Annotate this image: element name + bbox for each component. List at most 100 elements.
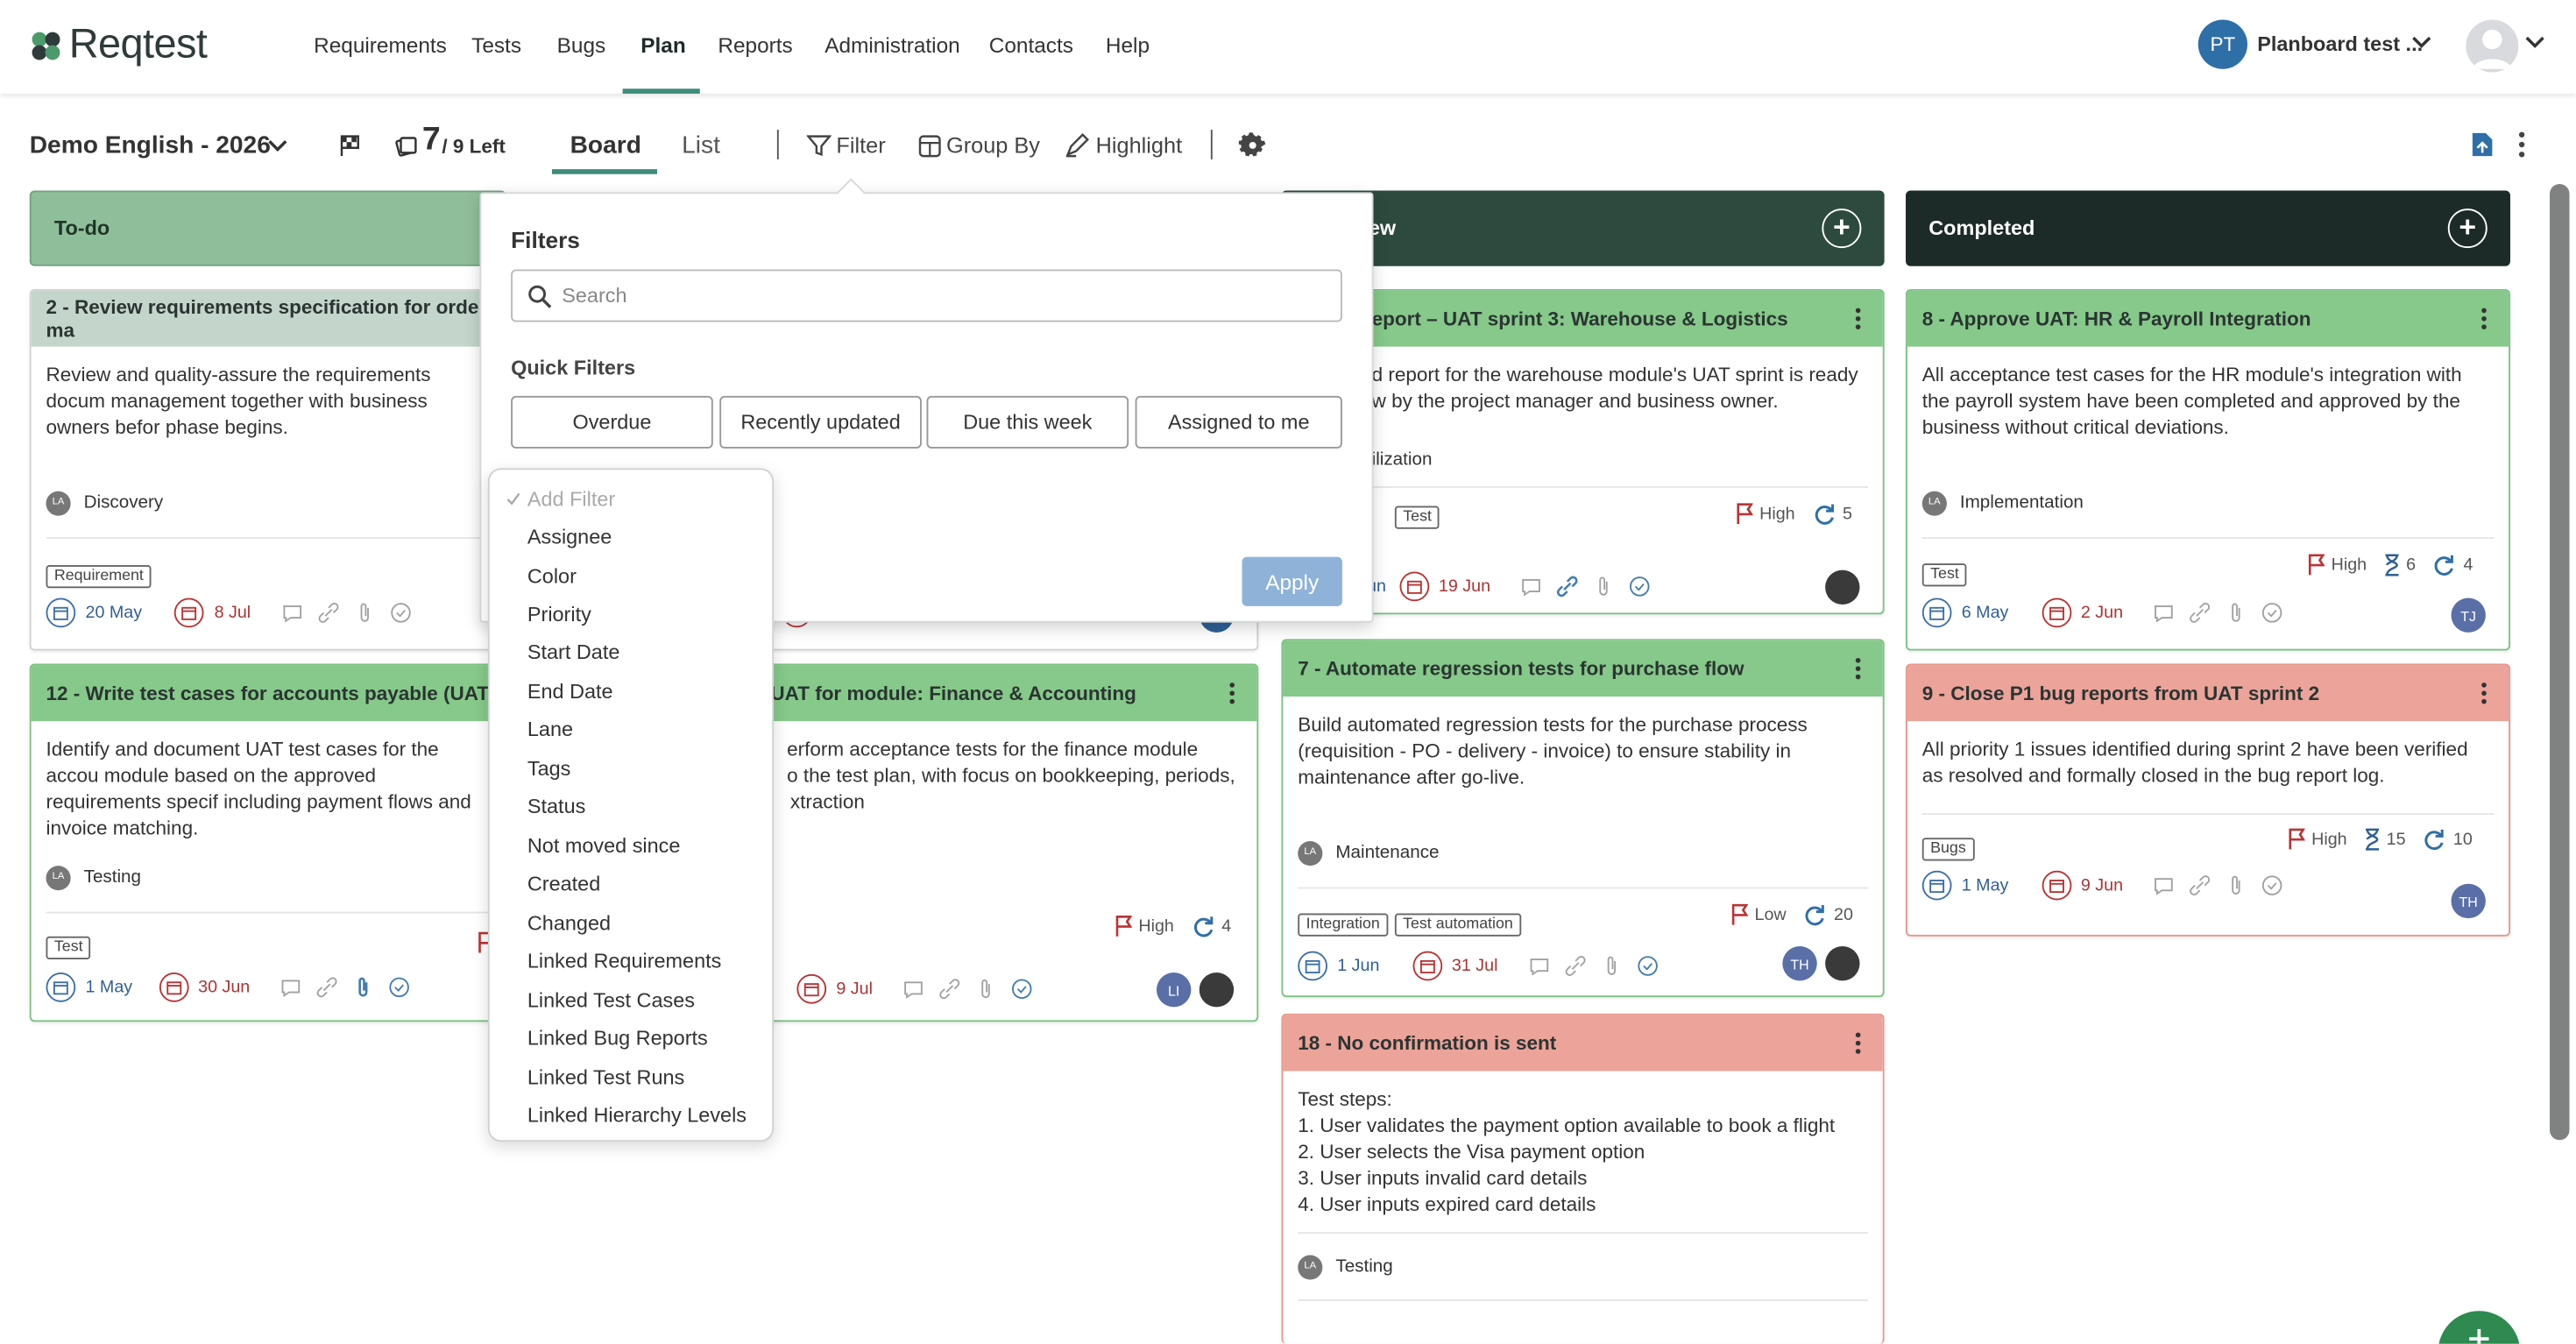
card-title[interactable]: 9 - Close P1 bug reports from UAT sprint… bbox=[1907, 665, 2509, 722]
export-document-icon[interactable] bbox=[2471, 131, 2494, 158]
dropdown-option[interactable]: Priority bbox=[527, 603, 591, 626]
finish-flag-icon[interactable] bbox=[338, 133, 363, 158]
nav-reports[interactable]: Reports bbox=[718, 33, 792, 58]
assignee-avatar-photo[interactable] bbox=[1825, 569, 1860, 605]
search-input[interactable] bbox=[562, 271, 1318, 321]
floating-add-button[interactable] bbox=[2438, 1311, 2521, 1344]
attachment-icon[interactable] bbox=[1592, 575, 1615, 598]
card-7[interactable]: 7 - Automate regression tests for purcha… bbox=[1281, 639, 1885, 998]
card-title[interactable]: 8 - Approve UAT: HR & Payroll Integratio… bbox=[1907, 290, 2509, 347]
assignee-avatar[interactable]: TH bbox=[1782, 946, 1817, 981]
settings-gear-icon[interactable] bbox=[1238, 131, 1267, 159]
dropdown-option[interactable]: Not moved since bbox=[527, 835, 681, 858]
card-title[interactable]: 2 - Review requirements specification fo… bbox=[31, 290, 505, 347]
dropdown-option[interactable]: Linked Requirements bbox=[527, 950, 721, 973]
user-avatar[interactable] bbox=[2466, 19, 2519, 73]
dropdown-option[interactable]: Start Date bbox=[527, 640, 620, 663]
group-by-icon[interactable] bbox=[918, 133, 941, 158]
comment-icon[interactable] bbox=[2153, 601, 2176, 624]
nav-help[interactable]: Help bbox=[1106, 33, 1150, 58]
dropdown-option[interactable]: Linked Test Cases bbox=[527, 989, 695, 1012]
link-icon[interactable] bbox=[1556, 575, 1579, 598]
dropdown-option[interactable]: Status bbox=[527, 796, 585, 818]
card-menu-icon[interactable] bbox=[2479, 682, 2488, 704]
checklist-icon[interactable] bbox=[1636, 954, 1659, 977]
add-card-button[interactable]: + bbox=[1822, 209, 1862, 249]
filter-icon[interactable] bbox=[806, 133, 832, 158]
checklist-icon[interactable] bbox=[388, 976, 411, 999]
assignee-avatar[interactable]: TH bbox=[2451, 883, 2486, 919]
attachment-icon[interactable] bbox=[1600, 954, 1623, 977]
quick-filter-recently-updated[interactable]: Recently updated bbox=[719, 395, 922, 449]
quick-filter-due-this-week[interactable]: Due this week bbox=[926, 395, 1129, 449]
assignee-avatar[interactable]: LI bbox=[1157, 973, 1192, 1008]
more-options-icon[interactable] bbox=[2514, 131, 2530, 158]
attachment-icon[interactable] bbox=[2225, 874, 2247, 897]
add-card-button[interactable]: + bbox=[2447, 209, 2488, 249]
link-icon[interactable] bbox=[316, 601, 339, 624]
dropdown-option[interactable]: End Date bbox=[527, 680, 613, 703]
quick-filter-overdue[interactable]: Overdue bbox=[511, 395, 713, 449]
group-by-button[interactable]: Group By bbox=[946, 133, 1040, 158]
filter-button[interactable]: Filter bbox=[836, 133, 885, 158]
nav-requirements[interactable]: Requirements bbox=[314, 33, 447, 58]
card-menu-icon[interactable] bbox=[2479, 308, 2488, 330]
checklist-icon[interactable] bbox=[389, 601, 412, 624]
nav-contacts[interactable]: Contacts bbox=[989, 33, 1073, 58]
filter-search-field[interactable] bbox=[511, 269, 1342, 322]
assignee-avatar[interactable]: TJ bbox=[2451, 598, 2486, 633]
link-icon[interactable] bbox=[938, 978, 961, 1001]
link-icon[interactable] bbox=[2189, 874, 2212, 897]
card-menu-icon[interactable] bbox=[1228, 682, 1237, 704]
link-icon[interactable] bbox=[1563, 954, 1586, 977]
board-scrollbar[interactable] bbox=[2550, 184, 2570, 1141]
card-title[interactable]: 12 - Write test cases for accounts payab… bbox=[31, 665, 505, 722]
tab-list[interactable]: List bbox=[682, 131, 720, 159]
checklist-icon[interactable] bbox=[2261, 601, 2284, 624]
dropdown-option[interactable]: Changed bbox=[527, 912, 611, 935]
dropdown-option[interactable]: Tags bbox=[527, 757, 571, 780]
attachment-icon[interactable] bbox=[974, 978, 997, 1001]
card-12[interactable]: 12 - Write test cases for accounts payab… bbox=[29, 663, 506, 1022]
project-name[interactable]: Planboard test ... bbox=[2257, 33, 2423, 56]
tab-board[interactable]: Board bbox=[552, 122, 657, 174]
assignee-avatar-photo[interactable] bbox=[1825, 946, 1860, 981]
nav-bugs[interactable]: Bugs bbox=[557, 33, 606, 58]
checklist-icon[interactable] bbox=[2261, 874, 2284, 897]
reqtest-logo[interactable]: Reqtest bbox=[30, 21, 208, 68]
card-title[interactable]: 7 - Automate regression tests for purcha… bbox=[1283, 640, 1883, 697]
highlight-pen-icon[interactable] bbox=[1065, 133, 1091, 158]
attachment-icon[interactable] bbox=[2225, 601, 2247, 624]
apply-button[interactable]: Apply bbox=[1242, 556, 1342, 606]
dropdown-option[interactable]: Assignee bbox=[527, 526, 612, 548]
nav-plan[interactable]: Plan bbox=[640, 33, 686, 58]
dropdown-option[interactable]: Linked Bug Reports bbox=[527, 1027, 708, 1050]
comment-icon[interactable] bbox=[280, 976, 302, 999]
link-icon[interactable] bbox=[2189, 601, 2212, 624]
dropdown-option[interactable]: Created bbox=[527, 873, 600, 895]
attachment-icon[interactable] bbox=[351, 976, 374, 999]
nav-administration[interactable]: Administration bbox=[824, 33, 959, 58]
highlight-button[interactable]: Highlight bbox=[1096, 133, 1182, 158]
quick-filter-assigned-to-me[interactable]: Assigned to me bbox=[1135, 395, 1342, 449]
card-menu-icon[interactable] bbox=[1853, 657, 1863, 680]
card-title[interactable]: 18 - No confirmation is sent bbox=[1283, 1015, 1883, 1072]
card-18[interactable]: 18 - No confirmation is sent Test steps:… bbox=[1281, 1013, 1885, 1344]
card-menu-icon[interactable] bbox=[1853, 308, 1863, 330]
project-avatar[interactable]: PT bbox=[2197, 19, 2247, 69]
comment-icon[interactable] bbox=[280, 601, 303, 624]
chevron-down-icon[interactable] bbox=[268, 139, 288, 152]
comment-icon[interactable] bbox=[902, 978, 925, 1001]
dropdown-option[interactable]: Color bbox=[527, 565, 577, 588]
card-8[interactable]: 8 - Approve UAT: HR & Payroll Integratio… bbox=[1906, 289, 2510, 651]
assignee-avatar-photo[interactable] bbox=[1199, 973, 1235, 1008]
dropdown-option[interactable]: Linked Test Runs bbox=[527, 1066, 684, 1089]
project-selector[interactable]: Demo English - 2026 bbox=[30, 131, 271, 159]
chevron-down-icon[interactable] bbox=[2412, 36, 2432, 49]
dropdown-option[interactable]: Lane bbox=[527, 718, 573, 740]
card-menu-icon[interactable] bbox=[1853, 1032, 1863, 1055]
nav-tests[interactable]: Tests bbox=[471, 33, 521, 58]
card-2[interactable]: 2 - Review requirements specification fo… bbox=[29, 289, 506, 651]
card-9[interactable]: 9 - Close P1 bug reports from UAT sprint… bbox=[1906, 663, 2510, 937]
checklist-icon[interactable] bbox=[1629, 575, 1652, 598]
